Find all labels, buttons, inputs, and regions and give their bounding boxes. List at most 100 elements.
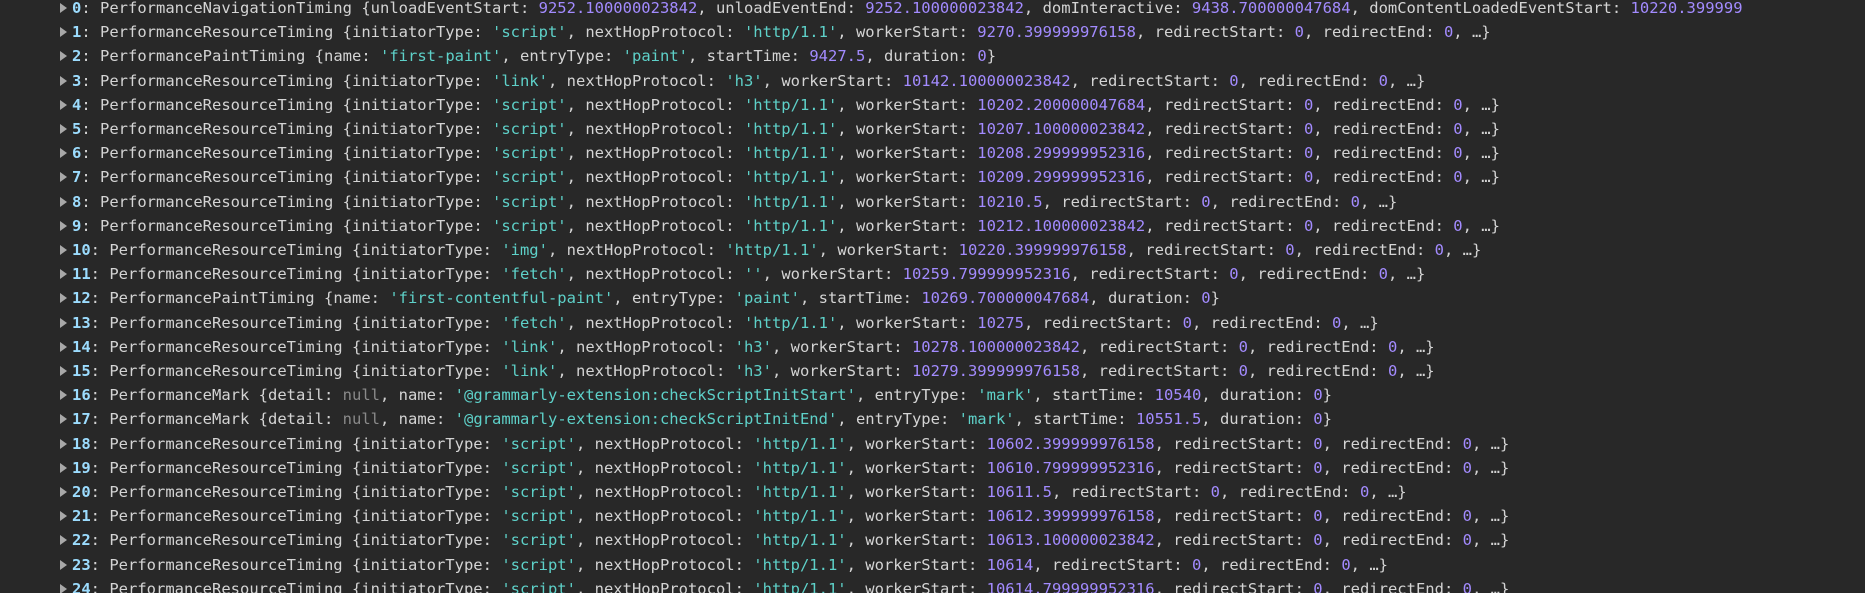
property-key: initiatorType xyxy=(351,144,474,163)
entry-class-name: PerformanceResourceTiming xyxy=(100,95,334,114)
punctuation: : xyxy=(81,95,101,114)
triangle-right-icon[interactable] xyxy=(60,487,67,497)
triangle-right-icon[interactable] xyxy=(60,3,67,13)
punctuation: : xyxy=(1294,434,1314,453)
property-value: 9438.700000047684 xyxy=(1191,0,1351,17)
triangle-right-icon[interactable] xyxy=(60,99,67,110)
console-row[interactable]: 7: PerformanceResourceTiming {initiatorT… xyxy=(0,165,1500,189)
property-value: 10551.5 xyxy=(1135,410,1202,429)
console-row[interactable]: 14: PerformanceResourceTiming {initiator… xyxy=(0,335,1435,359)
property-value: 0 xyxy=(1378,265,1388,284)
property-key: redirectStart xyxy=(1163,216,1286,235)
punctuation: , …} xyxy=(1369,483,1407,501)
console-row[interactable]: 4: PerformanceResourceTiming {initiatorT… xyxy=(0,93,1500,117)
console-row[interactable]: 24: PerformanceResourceTiming {initiator… xyxy=(0,577,1509,593)
property-key: workerStart xyxy=(855,168,959,187)
punctuation: : xyxy=(958,216,978,235)
property-key: workerStart xyxy=(855,23,959,42)
property-value: 10614 xyxy=(986,555,1034,574)
punctuation: , xyxy=(846,458,866,477)
punctuation: , xyxy=(566,313,586,332)
property-value: 'h3' xyxy=(725,71,763,90)
triangle-right-icon[interactable] xyxy=(60,366,67,376)
triangle-right-icon[interactable] xyxy=(60,172,67,183)
triangle-right-icon[interactable] xyxy=(60,245,67,255)
triangle-right-icon[interactable] xyxy=(60,414,67,425)
triangle-right-icon[interactable] xyxy=(60,148,67,159)
punctuation: : xyxy=(1369,362,1388,380)
triangle-right-icon[interactable] xyxy=(60,293,67,304)
triangle-right-icon[interactable] xyxy=(60,269,67,280)
property-key: redirectStart xyxy=(1098,362,1220,380)
triangle-right-icon[interactable] xyxy=(60,511,67,522)
punctuation: : xyxy=(725,265,744,284)
property-key: nextHopProtocol xyxy=(566,241,707,259)
triangle-right-icon[interactable] xyxy=(60,583,67,593)
punctuation: : xyxy=(473,168,492,187)
triangle-right-icon[interactable] xyxy=(60,341,67,352)
triangle-right-icon[interactable] xyxy=(60,535,67,546)
triangle-right-icon[interactable] xyxy=(60,559,67,570)
punctuation: , xyxy=(846,579,866,593)
property-key: workerStart xyxy=(855,144,959,163)
punctuation: : xyxy=(958,47,978,66)
triangle-right-icon[interactable] xyxy=(60,220,67,231)
row-index: 14 xyxy=(72,337,91,356)
entry-class-name: PerformanceResourceTiming xyxy=(109,313,343,332)
punctuation: , xyxy=(1089,289,1108,308)
punctuation: , …} xyxy=(1397,337,1435,356)
property-key: initiatorType xyxy=(361,337,483,356)
property-value: 10540 xyxy=(1154,386,1202,405)
console-row[interactable]: 10: PerformanceResourceTiming {initiator… xyxy=(0,238,1481,262)
triangle-right-icon[interactable] xyxy=(60,317,67,328)
property-value: 'script' xyxy=(491,216,567,235)
console-row[interactable]: 13: PerformanceResourceTiming {initiator… xyxy=(0,311,1379,335)
console-row[interactable]: 6: PerformanceResourceTiming {initiatorT… xyxy=(0,141,1500,165)
console-row[interactable]: 17: PerformanceMark {detail: null, name:… xyxy=(0,407,1332,431)
console-row[interactable]: 3: PerformanceResourceTiming {initiatorT… xyxy=(0,69,1425,93)
triangle-right-icon[interactable] xyxy=(60,124,67,134)
entry-class-name: PerformanceResourceTiming xyxy=(100,216,334,235)
console-row[interactable]: 15: PerformanceResourceTiming {initiator… xyxy=(0,359,1435,383)
punctuation: : xyxy=(939,241,959,259)
property-value: 'first-paint' xyxy=(380,47,502,66)
property-value: 10208.299999952316 xyxy=(977,144,1146,163)
console-row[interactable]: 11: PerformanceResourceTiming {initiator… xyxy=(0,262,1425,286)
punctuation: : xyxy=(1369,337,1388,356)
console-row[interactable]: 18: PerformanceResourceTiming {initiator… xyxy=(0,432,1509,456)
row-index: 13 xyxy=(72,313,91,332)
punctuation: , xyxy=(1042,192,1062,211)
console-row[interactable]: 9: PerformanceResourceTiming {initiatorT… xyxy=(0,214,1500,238)
console-row[interactable]: 12: PerformancePaintTiming {name: 'first… xyxy=(0,286,1220,310)
property-key: duration xyxy=(1219,386,1295,405)
console-row[interactable]: 5: PerformanceResourceTiming {initiatorT… xyxy=(0,117,1500,141)
triangle-right-icon[interactable] xyxy=(60,196,67,207)
triangle-right-icon[interactable] xyxy=(60,51,67,62)
triangle-right-icon[interactable] xyxy=(60,462,67,473)
triangle-right-icon[interactable] xyxy=(60,75,67,86)
punctuation: : xyxy=(967,579,987,593)
console-row[interactable]: 0: PerformanceNavigationTiming {unloadEv… xyxy=(0,0,1743,20)
property-key: redirectEnd xyxy=(1266,337,1370,356)
console-row[interactable]: 22: PerformanceResourceTiming {initiator… xyxy=(0,528,1509,552)
property-value: 'script' xyxy=(501,458,576,477)
triangle-right-icon[interactable] xyxy=(60,438,67,449)
triangle-right-icon[interactable] xyxy=(60,27,67,38)
punctuation: { xyxy=(333,95,352,114)
console-row[interactable]: 16: PerformanceMark {detail: null, name:… xyxy=(0,383,1332,407)
console-row[interactable]: 8: PerformanceResourceTiming {initiatorT… xyxy=(0,190,1397,214)
punctuation: : xyxy=(482,313,502,332)
property-key: redirectStart xyxy=(1163,95,1286,114)
punctuation: , xyxy=(1033,386,1052,405)
punctuation: : xyxy=(1313,313,1332,332)
console-row[interactable]: 2: PerformancePaintTiming {name: 'first-… xyxy=(0,44,996,68)
console-row[interactable]: 23: PerformanceResourceTiming {initiator… xyxy=(0,553,1388,577)
console-row[interactable]: 1: PerformanceResourceTiming {initiatorT… xyxy=(0,20,1491,44)
triangle-right-icon[interactable] xyxy=(60,390,67,401)
row-index: 21 xyxy=(72,507,91,526)
console-row[interactable]: 21: PerformanceResourceTiming {initiator… xyxy=(0,504,1509,528)
console-output: 0: PerformanceNavigationTiming {unloadEv… xyxy=(0,0,1865,593)
property-value: 'script' xyxy=(501,555,576,574)
console-row[interactable]: 19: PerformanceResourceTiming {initiator… xyxy=(0,456,1509,480)
console-row[interactable]: 20: PerformanceResourceTiming {initiator… xyxy=(0,480,1407,504)
